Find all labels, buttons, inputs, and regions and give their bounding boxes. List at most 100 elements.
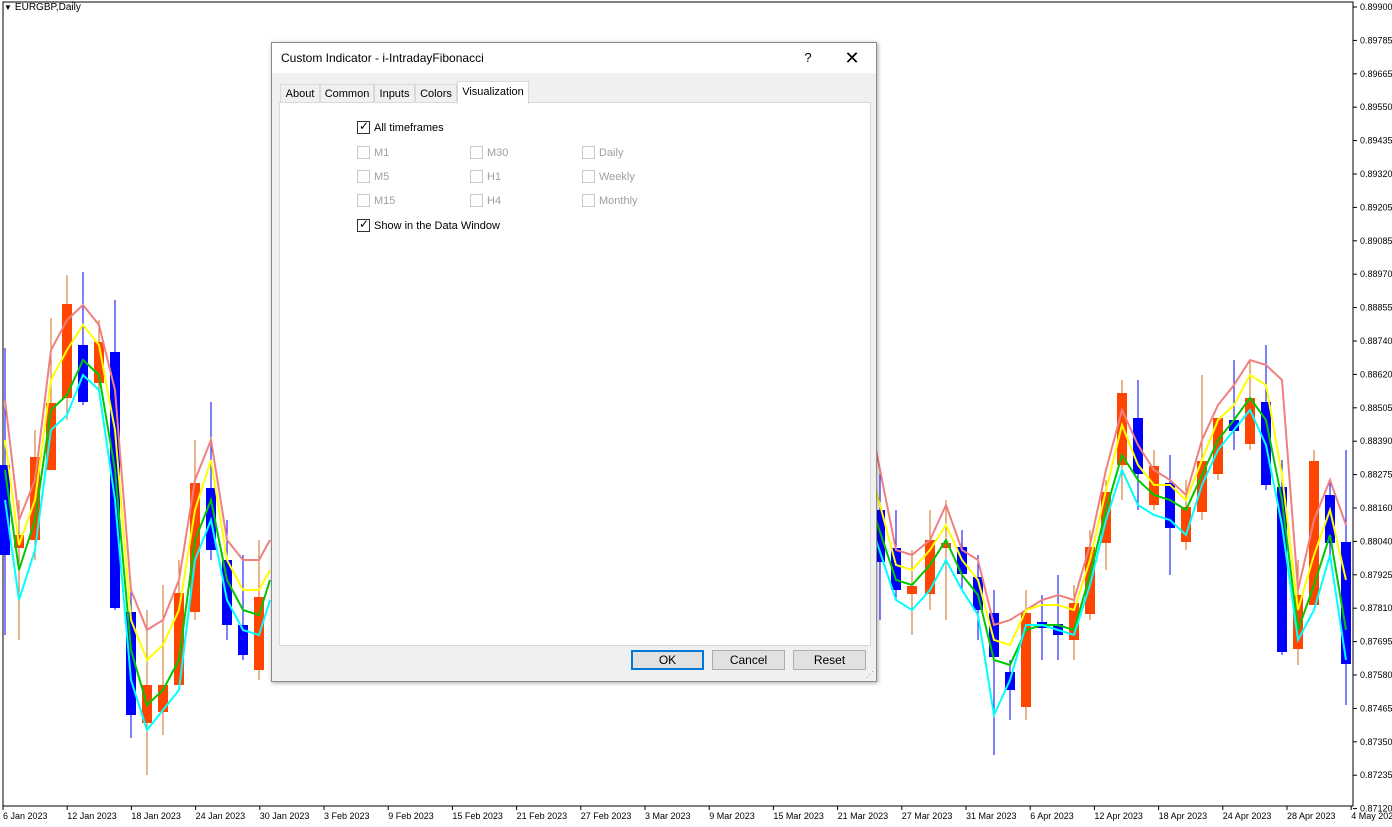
date-axis: 6 Jan 2023 12 Jan 2023 18 Jan 2023 24 Jan 2… xyxy=(2,806,1392,821)
tab-common[interactable]: Common xyxy=(320,84,374,103)
date-label: 9 Mar 2023 xyxy=(709,811,755,821)
date-label: 21 Feb 2023 xyxy=(517,811,568,821)
candle-body xyxy=(925,540,935,594)
custom-indicator-dialog: Custom Indicator - i-IntradayFibonacci ?… xyxy=(271,42,877,682)
checkbox-box[interactable] xyxy=(470,146,483,159)
checkbox-box[interactable] xyxy=(582,170,595,183)
price-label: 0.88855 xyxy=(1360,303,1392,313)
checkbox-label: Monthly xyxy=(599,194,638,207)
date-label: 3 Feb 2023 xyxy=(324,811,370,821)
dialog-title: Custom Indicator - i-IntradayFibonacci xyxy=(281,51,484,65)
tab-about[interactable]: About xyxy=(280,84,320,103)
show-data-window-checkbox[interactable]: ✓ Show in the Data Window xyxy=(357,217,500,232)
checkmark-icon: ✓ xyxy=(359,217,370,231)
date-label: 27 Mar 2023 xyxy=(902,811,953,821)
tab-inputs[interactable]: Inputs xyxy=(374,84,415,103)
checkbox-label: Daily xyxy=(599,146,624,159)
checkbox-label: M1 xyxy=(374,146,390,159)
timeframe-daily-checkbox[interactable]: Daily xyxy=(582,146,623,159)
symbol-text: EURGBP,Daily xyxy=(14,2,81,13)
candle-body xyxy=(907,586,917,594)
price-label: 0.87235 xyxy=(1360,770,1392,780)
cancel-button[interactable]: Cancel xyxy=(712,650,785,670)
timeframe-h1-checkbox[interactable]: H1 xyxy=(470,170,501,183)
price-label: 0.88740 xyxy=(1360,336,1392,346)
date-label: 18 Apr 2023 xyxy=(1159,811,1208,821)
ok-button[interactable]: OK xyxy=(631,650,704,670)
date-label: 24 Jan 2023 xyxy=(196,811,246,821)
timeframe-h4-checkbox[interactable]: H4 xyxy=(470,194,501,207)
date-label: 24 Apr 2023 xyxy=(1223,811,1272,821)
price-label: 0.89435 xyxy=(1360,136,1392,146)
checkbox-box[interactable] xyxy=(582,194,595,207)
date-label: 6 Apr 2023 xyxy=(1030,811,1074,821)
date-label: 30 Jan 2023 xyxy=(260,811,310,821)
dialog-titlebar[interactable]: Custom Indicator - i-IntradayFibonacci ?… xyxy=(272,43,876,73)
price-label: 0.87580 xyxy=(1360,670,1392,680)
price-label: 0.88040 xyxy=(1360,536,1392,546)
checkbox-label: Weekly xyxy=(599,170,635,183)
timeframe-m30-checkbox[interactable]: M30 xyxy=(470,146,508,159)
price-label: 0.87465 xyxy=(1360,703,1392,713)
date-label: 27 Feb 2023 xyxy=(581,811,632,821)
checkbox-label: All timeframes xyxy=(374,121,444,134)
visualization-panel: ✓ All timeframes M1 M30 Daily M5 H1 Week… xyxy=(279,102,871,646)
timeframe-monthly-checkbox[interactable]: Monthly xyxy=(582,194,638,207)
date-label: 9 Feb 2023 xyxy=(388,811,434,821)
price-label: 0.88275 xyxy=(1360,470,1392,480)
checkbox-box[interactable]: ✓ xyxy=(357,119,370,134)
help-button[interactable]: ? xyxy=(786,43,830,73)
all-timeframes-checkbox[interactable]: ✓ All timeframes xyxy=(357,119,444,134)
price-label: 0.89550 xyxy=(1360,102,1392,112)
checkbox-box[interactable] xyxy=(357,170,370,183)
checkbox-box[interactable]: ✓ xyxy=(357,217,370,232)
tab-visualization[interactable]: Visualization xyxy=(457,81,529,104)
candle-body xyxy=(1245,398,1255,444)
price-label: 0.87350 xyxy=(1360,737,1392,747)
checkbox-box[interactable] xyxy=(470,194,483,207)
checkbox-label: Show in the Data Window xyxy=(374,219,500,232)
close-button[interactable]: ✕ xyxy=(830,43,874,73)
price-label: 0.89665 xyxy=(1360,69,1392,79)
date-label: 15 Mar 2023 xyxy=(773,811,824,821)
checkbox-box[interactable] xyxy=(470,170,483,183)
dropdown-triangle-icon[interactable]: ▼ xyxy=(4,3,12,12)
price-label: 0.87925 xyxy=(1360,570,1392,580)
price-label: 0.88620 xyxy=(1360,369,1392,379)
price-label: 0.89900 xyxy=(1360,2,1392,12)
symbol-label[interactable]: ▼ EURGBP,Daily xyxy=(4,2,81,13)
checkbox-box[interactable] xyxy=(582,146,595,159)
tab-colors[interactable]: Colors xyxy=(415,84,457,103)
date-label: 3 Mar 2023 xyxy=(645,811,691,821)
candle-body xyxy=(0,465,10,555)
resize-grip-icon[interactable]: ⋰ xyxy=(866,671,874,679)
price-label: 0.89785 xyxy=(1360,35,1392,45)
price-label: 0.89085 xyxy=(1360,236,1392,246)
timeframe-m15-checkbox[interactable]: M15 xyxy=(357,194,395,207)
date-label: 12 Jan 2023 xyxy=(67,811,117,821)
price-label: 0.89320 xyxy=(1360,169,1392,179)
price-axis: 0.89900 0.89785 0.89665 0.89550 0.89435 0.893… xyxy=(1353,2,1392,814)
timeframe-weekly-checkbox[interactable]: Weekly xyxy=(582,170,635,183)
candle-body xyxy=(78,345,88,402)
date-label: 12 Apr 2023 xyxy=(1094,811,1143,821)
checkbox-box[interactable] xyxy=(357,194,370,207)
candle-body xyxy=(989,613,999,657)
checkbox-label: M5 xyxy=(374,170,390,183)
date-label: 6 Jan 2023 xyxy=(3,811,48,821)
date-label: 31 Mar 2023 xyxy=(966,811,1017,821)
timeframe-m5-checkbox[interactable]: M5 xyxy=(357,170,389,183)
date-label: 18 Jan 2023 xyxy=(131,811,181,821)
checkmark-icon: ✓ xyxy=(359,119,370,133)
price-label: 0.87810 xyxy=(1360,603,1392,613)
date-label: 15 Feb 2023 xyxy=(452,811,503,821)
checkbox-label: H1 xyxy=(487,170,502,183)
timeframe-m1-checkbox[interactable]: M1 xyxy=(357,146,389,159)
candle-body xyxy=(222,560,232,625)
date-label: 21 Mar 2023 xyxy=(838,811,889,821)
reset-button[interactable]: Reset xyxy=(793,650,866,670)
date-label: 4 May 202 xyxy=(1351,811,1392,821)
checkbox-label: M15 xyxy=(374,194,396,207)
checkbox-label: H4 xyxy=(487,194,502,207)
checkbox-box[interactable] xyxy=(357,146,370,159)
